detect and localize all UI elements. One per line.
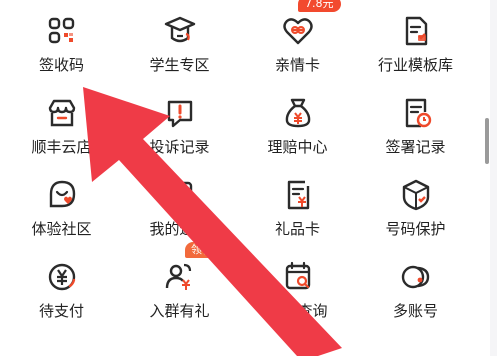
services-grid: 签收码 学生专区 7.8元 亲情卡 行业模板库 顺丰云店 投诉记录 理赔中心 签…: [0, 0, 495, 330]
menu-item-label: 签收码: [38, 56, 84, 74]
promo-badge: 7.8元: [298, 0, 341, 12]
menu-item-label: 行业模板库: [377, 56, 453, 74]
menu-item-signing-records[interactable]: 签署记录: [359, 84, 472, 166]
menu-item-multi-account[interactable]: 多账号: [359, 248, 472, 330]
menu-item-template-library[interactable]: 行业模板库: [359, 2, 472, 84]
menu-item-pending-payment[interactable]: 待支付: [5, 248, 118, 330]
community-heart-icon: [45, 178, 79, 212]
promo-badge: 领福: [185, 242, 219, 258]
signature-clock-icon: [399, 96, 433, 130]
menu-item-label: 签署记录: [385, 138, 446, 156]
document-template-icon: [399, 14, 433, 48]
menu-item-my-refunds[interactable]: 我的返款: [123, 166, 236, 248]
menu-item-label: 礼品卡: [274, 220, 320, 238]
menu-item-experience-community[interactable]: 体验社区: [5, 166, 118, 248]
menu-item-family-card[interactable]: 7.8元 亲情卡: [241, 0, 354, 84]
menu-item-label: 学生专区: [149, 56, 210, 74]
menu-item-label: 号码保护: [385, 220, 446, 238]
menu-item-label: 顺丰云店: [31, 138, 92, 156]
menu-item-label: 待支付: [38, 302, 84, 320]
menu-item-label: 亲情卡: [274, 56, 320, 74]
menu-item-invoice-search[interactable]: 票发查询: [241, 248, 354, 330]
menu-item-number-protection[interactable]: 号码保护: [359, 166, 472, 248]
menu-item-join-group-gift[interactable]: 领福 入群有礼: [123, 242, 236, 330]
group-gift-icon: [163, 260, 197, 294]
money-bag-icon: [281, 96, 315, 130]
menu-item-label: 投诉记录: [149, 138, 210, 156]
gift-card-icon: [281, 178, 315, 212]
menu-item-label: 我的返款: [149, 220, 210, 238]
phone-shield-icon: [399, 178, 433, 212]
graduation-cap-icon: [163, 14, 197, 48]
menu-item-label: 入群有礼: [149, 302, 210, 320]
menu-item-sf-cloud-store[interactable]: 顺丰云店: [5, 84, 118, 166]
complaint-bubble-icon: [163, 96, 197, 130]
menu-item-label: 体验社区: [31, 220, 92, 238]
menu-item-student-zone[interactable]: 学生专区: [123, 2, 236, 84]
invoice-search-icon: [281, 260, 315, 294]
services-panel: 签收码 学生专区 7.8元 亲情卡 行业模板库 顺丰云店 投诉记录 理赔中心 签…: [0, 0, 490, 356]
menu-item-label: 多账号: [392, 302, 438, 320]
menu-item-gift-card[interactable]: 礼品卡: [241, 166, 354, 248]
multi-account-icon: [399, 260, 433, 294]
refund-doc-icon: [163, 178, 197, 212]
scrollbar[interactable]: [485, 118, 489, 164]
yuan-circle-icon: [45, 260, 79, 294]
menu-item-label: 理赔中心: [267, 138, 328, 156]
store-icon: [45, 96, 79, 130]
heart-link-icon: [281, 14, 315, 48]
menu-item-claims-center[interactable]: 理赔中心: [241, 84, 354, 166]
menu-item-label: 票发查询: [267, 302, 328, 320]
menu-item-complaint-records[interactable]: 投诉记录: [123, 84, 236, 166]
menu-item-sign-code[interactable]: 签收码: [5, 2, 118, 84]
qr-grid-icon: [45, 14, 79, 48]
